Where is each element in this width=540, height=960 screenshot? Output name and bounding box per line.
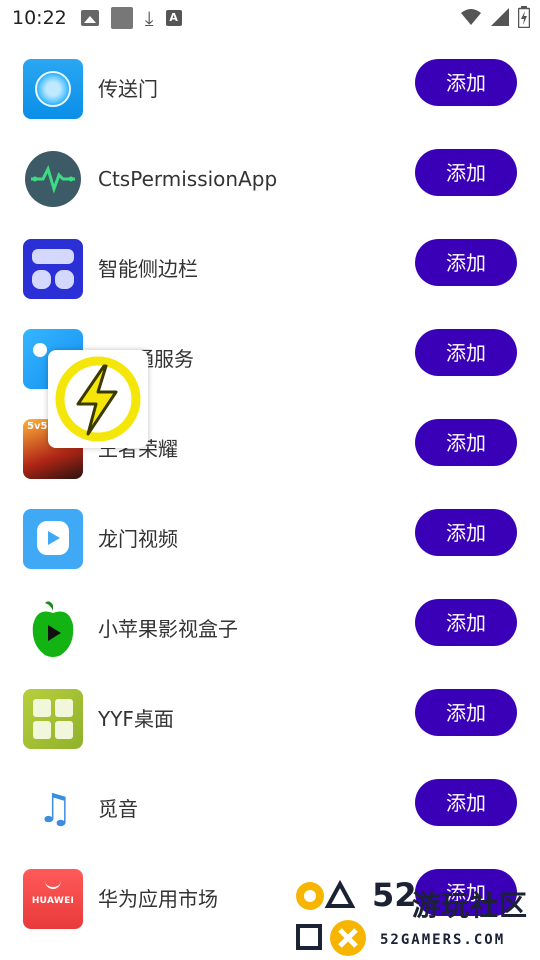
image-notification-icon xyxy=(80,10,99,26)
app-row: 智能侧边栏 添加 xyxy=(0,224,540,314)
lightning-bolt-icon xyxy=(55,356,141,442)
watermark-logo-icon xyxy=(296,879,366,956)
notification-icons: ⤓ A xyxy=(80,6,182,30)
add-button[interactable]: 添加 xyxy=(415,779,517,826)
watermark: 52 游玩社区 52GAMERS.COM xyxy=(292,876,540,960)
wifi-icon xyxy=(461,9,481,25)
longmen-video-icon xyxy=(23,509,83,569)
add-button[interactable]: 添加 xyxy=(415,239,517,286)
app-name: 龙门视频 xyxy=(98,527,178,551)
download-icon: ⤓ xyxy=(144,6,154,30)
cts-permission-icon xyxy=(23,149,83,209)
app-name: YYF桌面 xyxy=(98,707,174,731)
add-button[interactable]: 添加 xyxy=(415,329,517,376)
add-button[interactable]: 添加 xyxy=(415,149,517,196)
app-row: 小苹果影视盒子 添加 xyxy=(0,584,540,674)
add-button[interactable]: 添加 xyxy=(415,419,517,466)
add-button[interactable]: 添加 xyxy=(415,59,517,106)
app-name: 觅音 xyxy=(98,797,138,821)
watermark-site: 52GAMERS.COM xyxy=(380,932,506,948)
app-row: ♫ 觅音 添加 xyxy=(0,764,540,854)
status-time: 10:22 xyxy=(12,7,67,29)
app-name: 小苹果影视盒子 xyxy=(98,617,238,641)
status-bar: 10:22 ⤓ A xyxy=(0,0,540,36)
music-note-icon: ♫ xyxy=(37,786,73,832)
smart-sidebar-icon xyxy=(23,239,83,299)
add-button[interactable]: 添加 xyxy=(415,509,517,556)
watermark-title: 游玩社区 xyxy=(412,889,529,922)
floating-accelerator-button[interactable] xyxy=(48,350,148,448)
app-name: 传送门 xyxy=(98,77,158,101)
system-icons xyxy=(460,6,530,28)
app-name: 智能侧边栏 xyxy=(98,257,198,281)
app-row: 传送门 添加 xyxy=(0,44,540,134)
app-notification-icon xyxy=(110,7,133,29)
a-notification-icon: A xyxy=(165,10,182,26)
battery-icon xyxy=(518,6,530,28)
apple-video-box-icon xyxy=(23,599,83,659)
add-button[interactable]: 添加 xyxy=(415,689,517,736)
game-icon-label: 5v5 xyxy=(27,421,48,432)
huawei-icon-label: HUAWEI xyxy=(31,896,75,906)
portal-icon xyxy=(23,59,83,119)
app-row: 龙门视频 添加 xyxy=(0,494,540,584)
watermark-number: 52 xyxy=(372,876,417,914)
huawei-appgallery-icon: HUAWEI xyxy=(23,869,83,929)
add-button[interactable]: 添加 xyxy=(415,599,517,646)
app-row: YYF桌面 添加 xyxy=(0,674,540,764)
app-row: CtsPermissionApp 添加 xyxy=(0,134,540,224)
yyf-desktop-icon xyxy=(23,689,83,749)
app-name: CtsPermissionApp xyxy=(98,167,278,191)
app-list: 传送门 添加 CtsPermissionApp 添加 智能侧边栏 添加 互通服务… xyxy=(0,44,540,944)
signal-icon xyxy=(491,8,509,26)
app-name: 华为应用市场 xyxy=(98,887,218,911)
